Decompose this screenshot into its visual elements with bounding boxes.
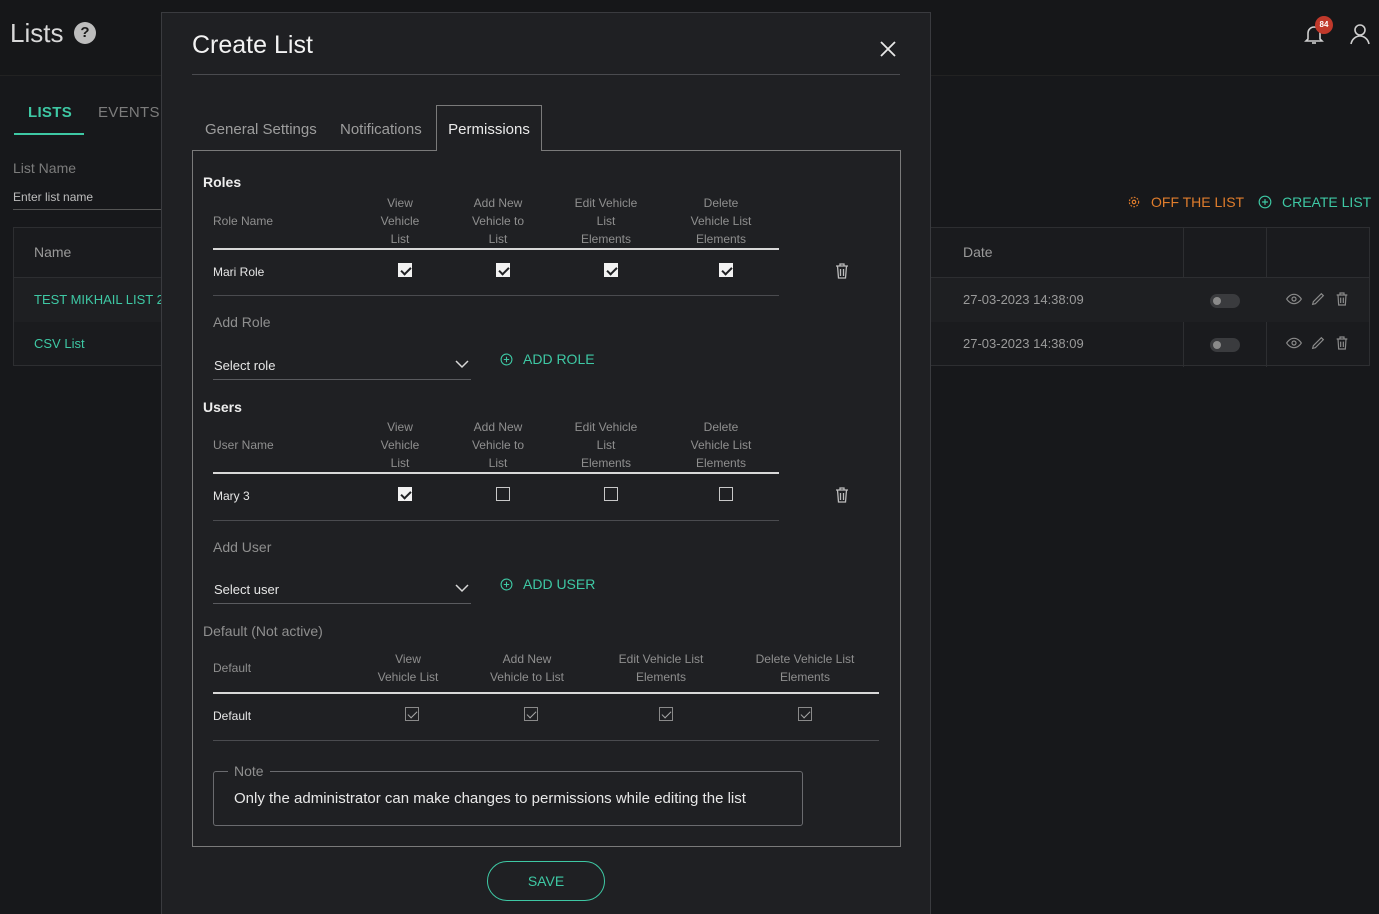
list-date: 27-03-2023 14:38:09 [963,292,1084,307]
create-list-label: CREATE LIST [1282,194,1372,210]
note-text: Only the administrator can make changes … [234,790,746,807]
users-col-edit: Edit Vehicle List Elements [574,420,638,470]
dialog-title: Create List [192,31,313,59]
row-divider [213,295,779,296]
users-col-view: View Vehicle List [380,420,420,470]
plus-circle-icon [500,578,513,590]
active-toggle[interactable] [1210,294,1240,308]
user-select[interactable]: Select user [213,574,471,604]
role-select[interactable]: Select role [213,350,471,380]
roles-col-delete: Delete Vehicle List Elements [690,196,752,246]
eye-icon[interactable] [1286,335,1302,351]
create-list-button[interactable]: CREATE LIST [1258,194,1371,210]
off-the-list-label: OFF THE LIST [1151,194,1245,210]
user-add-checkbox[interactable] [496,487,510,501]
default-name-header: Default [213,661,252,675]
trash-icon[interactable] [1334,335,1350,351]
list-name-input[interactable] [13,184,163,210]
default-header-line [213,692,879,694]
trash-icon[interactable] [835,487,849,503]
tab-notifications[interactable]: Notifications [340,121,422,138]
plus-circle-icon [1258,195,1272,209]
notification-badge: 84 [1315,16,1333,34]
list-name-link[interactable]: CSV List [34,336,85,351]
add-user-button[interactable]: ADD USER [500,576,595,592]
default-delete-checkbox [798,707,812,721]
column-header-date: Date [963,244,993,260]
page-title: Lists [10,18,64,48]
roles-title: Roles [203,174,242,190]
list-name-link[interactable]: TEST MIKHAIL LIST 2 [34,292,164,307]
chevron-down-icon [455,360,469,369]
default-col-delete: Delete Vehicle List Elements [755,652,855,684]
help-icon[interactable]: ? [74,22,96,44]
roles-col-add: Add New Vehicle to List [471,196,525,246]
user-select-value: Select user [214,582,280,597]
row-divider [213,740,879,741]
default-view-checkbox [405,707,419,721]
active-toggle[interactable] [1210,338,1240,352]
role-edit-checkbox[interactable] [604,263,618,277]
note-legend: Note [228,763,270,779]
add-user-label-text: ADD USER [523,576,596,592]
add-role-label: Add Role [213,314,271,330]
user-name: Mary 3 [213,489,250,503]
permissions-panel: Roles Role Name View Vehicle List Add Ne… [192,150,901,847]
tab-events[interactable]: EVENTS [98,104,160,121]
users-header-line [213,472,779,474]
trash-icon[interactable] [1334,291,1350,307]
tab-lists[interactable]: LISTS [28,104,72,121]
default-col-view: View Vehicle List [377,652,439,684]
chevron-down-icon [455,584,469,593]
user-icon[interactable] [1348,22,1372,46]
user-edit-checkbox[interactable] [604,487,618,501]
user-view-checkbox[interactable] [398,487,412,501]
default-row-name: Default [213,709,252,723]
default-col-edit: Edit Vehicle List Elements [618,652,704,684]
list-name-label: List Name [13,160,77,176]
create-list-dialog: Create List General Settings Notificatio… [161,12,931,914]
off-the-list-button[interactable]: OFF THE LIST [1127,194,1244,210]
roles-col-edit: Edit Vehicle List Elements [574,196,638,246]
row-divider [213,520,779,521]
eye-icon[interactable] [1286,291,1302,307]
permissions-note: Note Only the administrator can make cha… [213,763,803,826]
role-select-value: Select role [214,358,276,373]
default-add-checkbox [524,707,538,721]
default-title: Default (Not active) [203,623,323,639]
users-col-delete: Delete Vehicle List Elements [690,420,752,470]
title-divider [192,74,900,75]
save-button[interactable]: SAVE [487,861,605,901]
column-header-name: Name [34,244,72,260]
tab-permissions[interactable]: Permissions [436,105,542,151]
pencil-icon[interactable] [1310,335,1326,351]
user-delete-checkbox[interactable] [719,487,733,501]
role-add-checkbox[interactable] [496,263,510,277]
trash-icon[interactable] [835,263,849,279]
tab-general-settings[interactable]: General Settings [205,121,317,138]
default-edit-checkbox [659,707,673,721]
plus-circle-icon [500,353,513,365]
role-name-header: Role Name [213,214,274,228]
roles-col-view: View Vehicle List [380,196,420,246]
users-title: Users [203,399,242,415]
users-col-add: Add New Vehicle to List [471,420,525,470]
default-col-add: Add New Vehicle to List [489,652,565,684]
roles-header-line [213,248,779,250]
role-name: Mari Role [213,265,265,279]
gear-icon [1128,196,1140,208]
add-user-label: Add User [213,539,272,555]
role-delete-checkbox[interactable] [719,263,733,277]
add-role-label-text: ADD ROLE [523,351,595,367]
add-role-button[interactable]: ADD ROLE [500,351,595,367]
close-icon[interactable] [878,39,898,59]
list-date: 27-03-2023 14:38:09 [963,336,1084,351]
active-tab-indicator [14,133,84,135]
user-name-header: User Name [213,438,274,452]
role-view-checkbox[interactable] [398,263,412,277]
pencil-icon[interactable] [1310,291,1326,307]
